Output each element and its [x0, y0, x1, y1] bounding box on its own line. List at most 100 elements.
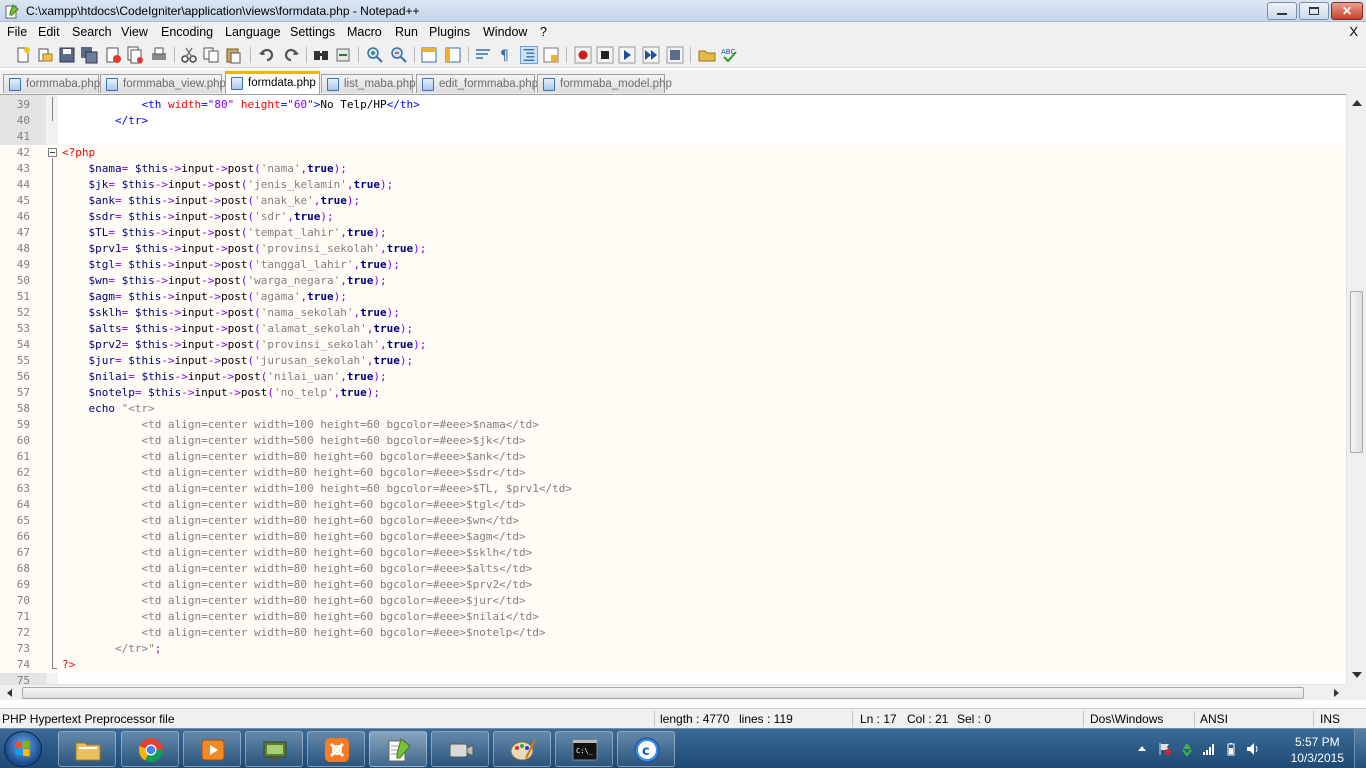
code-line[interactable]: 58 echo "<tr>: [0, 401, 1346, 417]
code-editor[interactable]: 39 <th width="80" height="60">No Telp/HP…: [0, 94, 1366, 684]
restore-button[interactable]: [1299, 2, 1329, 20]
menu-search[interactable]: Search: [72, 25, 112, 39]
code-line[interactable]: 55 $jur= $this->input->post('jurusan_sek…: [0, 353, 1346, 369]
menu-help[interactable]: ?: [540, 25, 547, 39]
copy-icon[interactable]: [202, 46, 220, 64]
code-line[interactable]: 57 $notelp= $this->input->post('no_telp'…: [0, 385, 1346, 401]
close-document-button[interactable]: X: [1349, 24, 1358, 39]
network-signal-icon[interactable]: [1202, 742, 1216, 756]
run-macro-multiple-icon[interactable]: [642, 46, 660, 64]
code-line[interactable]: 50 $wn= $this->input->post('warga_negara…: [0, 273, 1346, 289]
vertical-scroll-thumb[interactable]: [1350, 291, 1363, 453]
word-wrap-icon[interactable]: [474, 46, 492, 64]
close-file-icon[interactable]: [104, 46, 122, 64]
code-line[interactable]: 40 </tr>: [0, 113, 1346, 129]
menu-file[interactable]: File: [7, 25, 27, 39]
code-line[interactable]: 39 <th width="80" height="60">No Telp/HP…: [0, 97, 1346, 113]
user-defined-language-icon[interactable]: [542, 46, 560, 64]
menu-settings[interactable]: Settings: [290, 25, 335, 39]
menu-macro[interactable]: Macro: [347, 25, 382, 39]
taskbar-chrome[interactable]: [121, 731, 179, 767]
tab-formmaba-view[interactable]: formmaba_view.php: [100, 74, 226, 93]
code-line[interactable]: 56 $nilai= $this->input->post('nilai_uan…: [0, 369, 1346, 385]
close-window-button[interactable]: ✕: [1331, 2, 1363, 20]
menu-view[interactable]: View: [121, 25, 148, 39]
record-macro-icon[interactable]: [574, 46, 592, 64]
taskbar-paint[interactable]: [493, 731, 551, 767]
code-line[interactable]: 70 <td align=center width=80 height=60 b…: [0, 593, 1346, 609]
sync-horizontal-icon[interactable]: [444, 46, 462, 64]
taskbar-network-tool[interactable]: [245, 731, 303, 767]
fold-toggle[interactable]: [48, 148, 57, 157]
code-line[interactable]: 46 $sdr= $this->input->post('sdr',true);: [0, 209, 1346, 225]
code-line[interactable]: 71 <td align=center width=80 height=60 b…: [0, 609, 1346, 625]
sync-vertical-icon[interactable]: [420, 46, 438, 64]
code-line[interactable]: 48 $prv1= $this->input->post('provinsi_s…: [0, 241, 1346, 257]
code-line[interactable]: 75: [0, 673, 1346, 684]
code-line[interactable]: 74 ?>: [0, 657, 1346, 673]
code-line[interactable]: 62 <td align=center width=80 height=60 b…: [0, 465, 1346, 481]
scroll-up-icon[interactable]: [1352, 100, 1362, 106]
menu-run[interactable]: Run: [395, 25, 418, 39]
start-button[interactable]: [4, 731, 42, 767]
replace-icon[interactable]: [334, 46, 352, 64]
taskbar-notepad-plus-plus[interactable]: [369, 731, 427, 767]
taskbar-media-player[interactable]: [183, 731, 241, 767]
paste-icon[interactable]: [224, 46, 242, 64]
code-line[interactable]: 41: [0, 129, 1346, 145]
save-icon[interactable]: [58, 46, 76, 64]
tab-formdata[interactable]: formdata.php: [225, 71, 320, 94]
code-line[interactable]: 63 <td align=center width=100 height=60 …: [0, 481, 1346, 497]
taskbar-file-explorer[interactable]: [58, 731, 116, 767]
horizontal-scrollbar[interactable]: [0, 684, 1346, 700]
code-line[interactable]: 68 <td align=center width=80 height=60 b…: [0, 561, 1346, 577]
vertical-scrollbar[interactable]: [1346, 94, 1366, 684]
code-line[interactable]: 52 $sklh= $this->input->post('nama_sekol…: [0, 305, 1346, 321]
code-line[interactable]: 69 <td align=center width=80 height=60 b…: [0, 577, 1346, 593]
save-macro-icon[interactable]: [666, 46, 684, 64]
code-line[interactable]: 54 $prv2= $this->input->post('provinsi_s…: [0, 337, 1346, 353]
menu-encoding[interactable]: Encoding: [161, 25, 213, 39]
code-line[interactable]: 42 <?php: [0, 145, 1346, 161]
save-all-icon[interactable]: [80, 46, 98, 64]
undo-icon[interactable]: [258, 46, 276, 64]
tab-edit-formmaba[interactable]: edit_formmaba.php: [416, 74, 538, 93]
tab-list-maba[interactable]: list_maba.php: [321, 74, 416, 93]
code-line[interactable]: 65 <td align=center width=80 height=60 b…: [0, 513, 1346, 529]
menu-window[interactable]: Window: [483, 25, 527, 39]
code-line[interactable]: 73 </tr>";: [0, 641, 1346, 657]
taskbar-command-prompt[interactable]: C:\_: [555, 731, 613, 767]
code-line[interactable]: 51 $agm= $this->input->post('agama',true…: [0, 289, 1346, 305]
zoom-in-icon[interactable]: [366, 46, 384, 64]
print-icon[interactable]: [150, 46, 168, 64]
code-line[interactable]: 61 <td align=center width=80 height=60 b…: [0, 449, 1346, 465]
show-desktop-button[interactable]: [1354, 729, 1366, 768]
minimize-button[interactable]: [1267, 2, 1297, 20]
show-hidden-icons-icon[interactable]: [1136, 742, 1150, 756]
find-icon[interactable]: [312, 46, 330, 64]
scroll-right-icon[interactable]: [1334, 689, 1339, 697]
battery-icon[interactable]: [1224, 742, 1238, 756]
indent-guide-icon[interactable]: [520, 46, 538, 64]
code-line[interactable]: 43 $nama= $this->input->post('nama',true…: [0, 161, 1346, 177]
taskbar-app-c[interactable]: c: [617, 731, 675, 767]
zoom-out-icon[interactable]: [390, 46, 408, 64]
code-line[interactable]: 47 $TL= $this->input->post('tempat_lahir…: [0, 225, 1346, 241]
code-line[interactable]: 49 $tgl= $this->input->post('tanggal_lah…: [0, 257, 1346, 273]
action-center-flag-icon[interactable]: [1158, 742, 1172, 756]
scroll-left-icon[interactable]: [7, 689, 12, 697]
code-line[interactable]: 44 $jk= $this->input->post('jenis_kelami…: [0, 177, 1346, 193]
code-line[interactable]: 64 <td align=center width=80 height=60 b…: [0, 497, 1346, 513]
tab-formmaba[interactable]: formmaba.php: [3, 74, 100, 93]
code-line[interactable]: 67 <td align=center width=80 height=60 b…: [0, 545, 1346, 561]
code-line[interactable]: 45 $ank= $this->input->post('anak_ke',tr…: [0, 193, 1346, 209]
taskbar-xampp[interactable]: [307, 731, 365, 767]
code-line[interactable]: 66 <td align=center width=80 height=60 b…: [0, 529, 1346, 545]
code-line[interactable]: 53 $alts= $this->input->post('alamat_sek…: [0, 321, 1346, 337]
code-line[interactable]: 60 <td align=center width=500 height=60 …: [0, 433, 1346, 449]
menu-edit[interactable]: Edit: [38, 25, 60, 39]
folder-icon[interactable]: [698, 46, 716, 64]
spell-check-icon[interactable]: ABC: [720, 46, 738, 64]
play-macro-icon[interactable]: [618, 46, 636, 64]
taskbar-clock[interactable]: 5:57 PM 10/3/2015: [1291, 734, 1344, 766]
